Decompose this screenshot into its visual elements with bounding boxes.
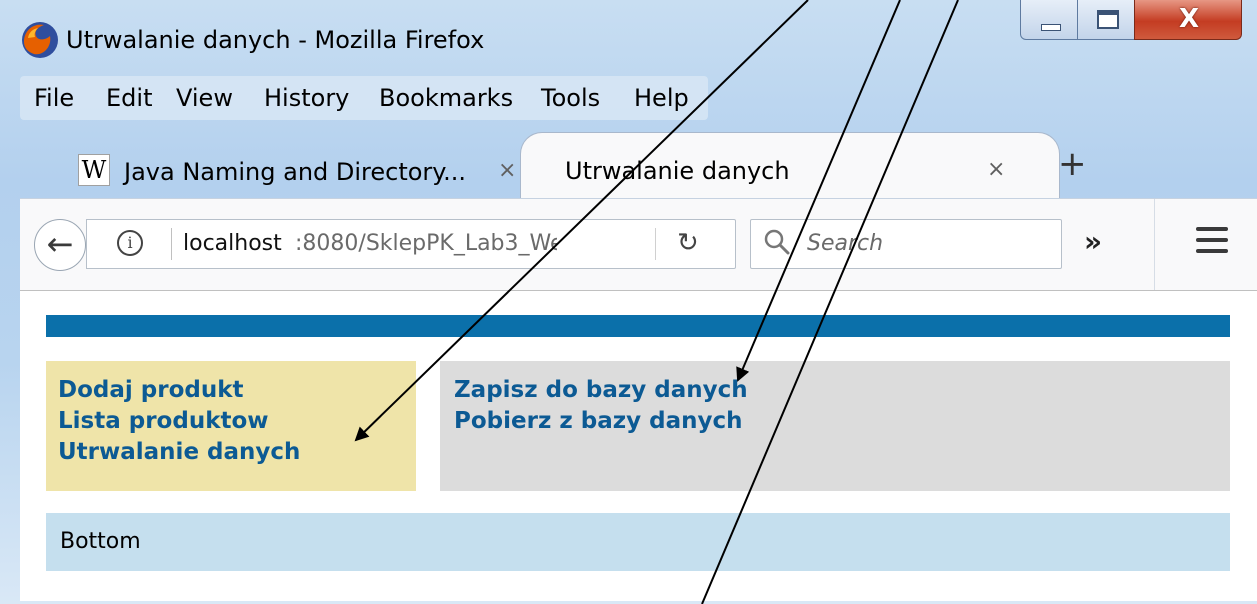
menu-edit[interactable]: Edit bbox=[106, 84, 152, 112]
close-window-button[interactable]: X bbox=[1134, 0, 1242, 40]
footer-text: Bottom bbox=[60, 529, 141, 554]
maximize-icon bbox=[1097, 10, 1119, 29]
tab-java-naming[interactable]: W Java Naming and Directory... × bbox=[66, 144, 526, 196]
info-icon[interactable]: i bbox=[117, 230, 143, 256]
window-title: Utrwalanie danych - Mozilla Firefox bbox=[66, 26, 485, 54]
close-icon: X bbox=[1178, 4, 1200, 34]
back-button[interactable]: ← bbox=[34, 219, 86, 271]
minimize-icon bbox=[1041, 24, 1061, 31]
right-content-panel: Zapisz do bazy danych Pobierz z bazy dan… bbox=[440, 361, 1230, 491]
hamburger-menu-icon[interactable] bbox=[1196, 227, 1228, 257]
new-tab-button[interactable]: + bbox=[1058, 144, 1087, 184]
tab-close-icon[interactable]: × bbox=[498, 158, 516, 183]
url-bar[interactable]: i localhost :8080/SklepPK_Lab3_Web ↻ bbox=[86, 219, 736, 269]
tab-close-icon[interactable]: × bbox=[987, 157, 1005, 182]
tab-label: Java Naming and Directory... bbox=[124, 158, 466, 186]
reload-icon[interactable]: ↻ bbox=[677, 228, 699, 258]
link-dodaj-produkt[interactable]: Dodaj produkt bbox=[58, 375, 300, 406]
toolbar-divider bbox=[1154, 199, 1155, 291]
menu-history[interactable]: History bbox=[264, 84, 349, 112]
url-path: :8080/SklepPK_Lab3_Web bbox=[295, 231, 557, 256]
browser-window: Utrwalanie danych - Mozilla Firefox X Fi… bbox=[0, 0, 1257, 604]
url-divider bbox=[171, 228, 172, 260]
url-divider bbox=[655, 228, 656, 260]
link-zapisz-do-bazy[interactable]: Zapisz do bazy danych bbox=[454, 375, 748, 406]
menu-tools[interactable]: Tools bbox=[541, 84, 600, 112]
tab-label: Utrwalanie danych bbox=[565, 157, 790, 185]
url-host: localhost bbox=[183, 231, 282, 256]
search-input[interactable]: Search bbox=[750, 219, 1062, 269]
nav-toolbar: ← i localhost :8080/SklepPK_Lab3_Web ↻ S… bbox=[20, 198, 1257, 291]
maximize-button[interactable] bbox=[1077, 0, 1135, 40]
header-strip bbox=[46, 315, 1230, 337]
minimize-button[interactable] bbox=[1020, 0, 1078, 40]
overflow-icon[interactable]: » bbox=[1084, 225, 1102, 258]
left-nav-panel: Dodaj produkt Lista produktow Utrwalanie… bbox=[46, 361, 416, 491]
title-bar: Utrwalanie danych - Mozilla Firefox X bbox=[0, 0, 1257, 74]
wikipedia-favicon-icon: W bbox=[78, 154, 110, 186]
search-icon bbox=[764, 229, 790, 255]
search-placeholder: Search bbox=[807, 231, 884, 256]
menu-bar: File Edit View History Bookmarks Tools H… bbox=[20, 76, 708, 120]
menu-bookmarks[interactable]: Bookmarks bbox=[379, 84, 513, 112]
tab-utrwalanie-danych[interactable]: Utrwalanie danych × bbox=[520, 132, 1060, 198]
menu-view[interactable]: View bbox=[176, 84, 233, 112]
footer-panel: Bottom bbox=[46, 513, 1230, 571]
firefox-logo-icon bbox=[22, 22, 58, 58]
link-pobierz-z-bazy[interactable]: Pobierz z bazy danych bbox=[454, 406, 748, 437]
menu-file[interactable]: File bbox=[34, 84, 74, 112]
menu-help[interactable]: Help bbox=[634, 84, 689, 112]
link-utrwalanie-danych[interactable]: Utrwalanie danych bbox=[58, 437, 300, 468]
back-arrow-icon: ← bbox=[46, 225, 74, 263]
link-lista-produktow[interactable]: Lista produktow bbox=[58, 406, 300, 437]
page-content: Dodaj produkt Lista produktow Utrwalanie… bbox=[20, 290, 1257, 601]
